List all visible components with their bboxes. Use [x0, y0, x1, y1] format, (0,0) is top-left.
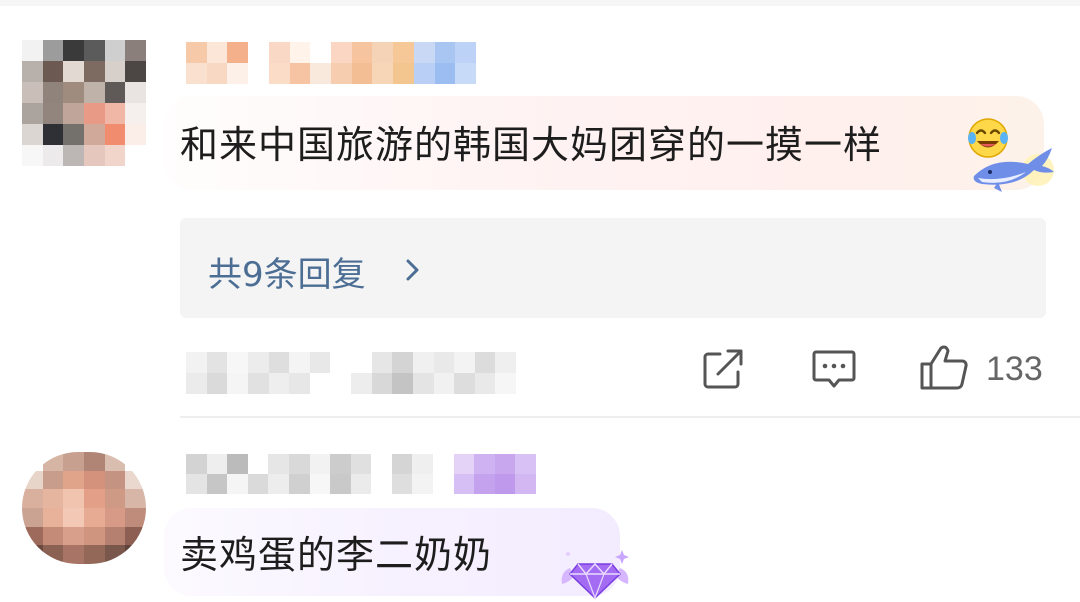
username-blurred[interactable] [186, 42, 476, 84]
comment-divider [180, 416, 1080, 418]
view-replies-link[interactable]: 共9条回复 [208, 247, 366, 296]
comment-text: 和来中国旅游的韩国大妈团穿的一摸一样 [180, 123, 883, 167]
share-icon[interactable] [700, 346, 746, 392]
chevron-right-icon[interactable] [402, 256, 424, 284]
comment-text: 卖鸡蛋的李二奶奶 [180, 533, 493, 577]
gem-badge-icon [561, 550, 629, 600]
timestamp-location-blurred [186, 352, 516, 394]
avatar[interactable] [22, 452, 146, 564]
thumbs-up-icon[interactable] [918, 342, 970, 392]
avatar[interactable] [22, 40, 146, 166]
like-count: 133 [986, 350, 1043, 388]
comment-icon[interactable] [810, 346, 858, 392]
whale-badge-icon [973, 148, 1054, 192]
top-divider [0, 0, 1080, 6]
username-blurred[interactable] [186, 454, 536, 494]
